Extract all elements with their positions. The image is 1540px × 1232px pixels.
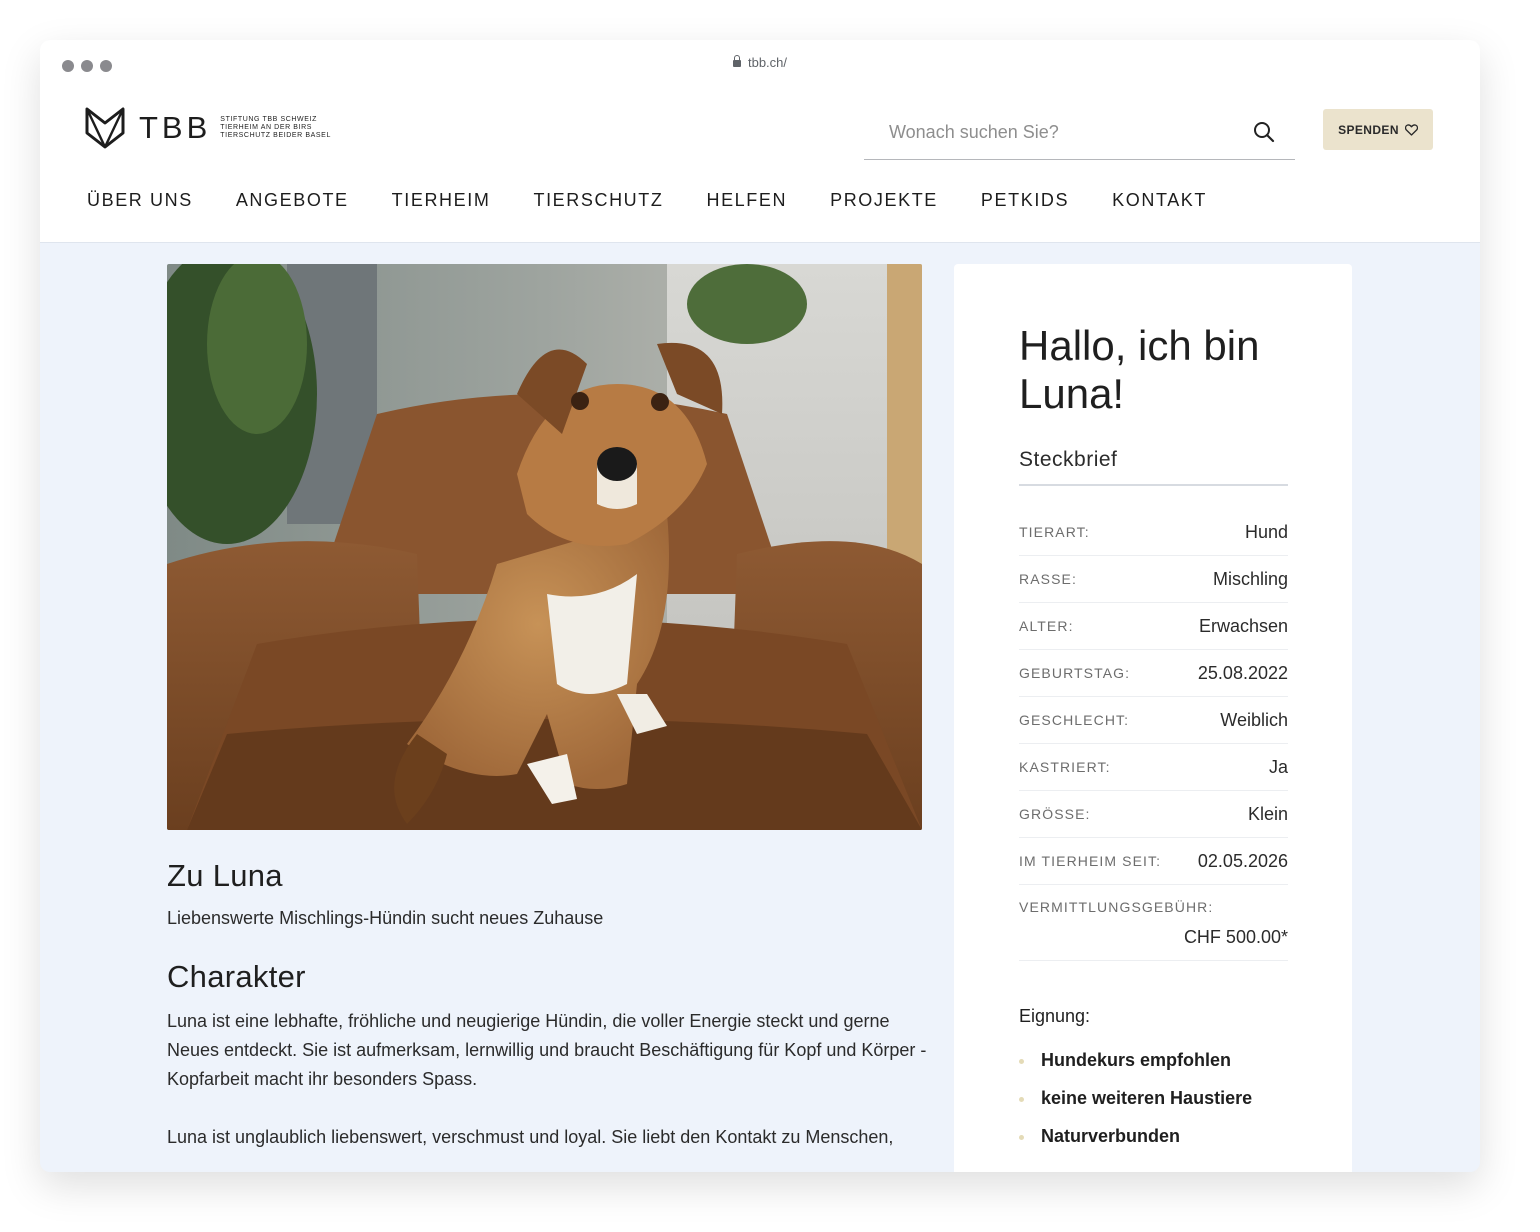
fact-label: TIERART: (1019, 524, 1090, 540)
nav-item-helfen[interactable]: HELFEN (706, 190, 787, 211)
fact-label: RASSE: (1019, 571, 1077, 587)
shield-logo-icon (85, 107, 125, 149)
donate-label: SPENDEN (1338, 122, 1399, 137)
fact-label: KASTRIERT: (1019, 759, 1111, 775)
nav-item-angebote[interactable]: ANGEBOTE (236, 190, 349, 211)
fact-row-im-tierheim-seit: IM TIERHEIM SEIT: 02.05.2026 (1019, 838, 1288, 885)
fact-row-groesse: GRÖSSE: Klein (1019, 791, 1288, 838)
nav-item-kontakt[interactable]: KONTAKT (1112, 190, 1207, 211)
fact-row-geschlecht: GESCHLECHT: Weiblich (1019, 697, 1288, 744)
fact-row-rasse: RASSE: Mischling (1019, 556, 1288, 603)
fact-label: VERMITTLUNGSGEBÜHR: (1019, 899, 1214, 915)
character-paragraph: Luna ist eine lebhafte, fröhliche und ne… (167, 1011, 927, 1089)
dog-story: Zu Luna Liebenswerte Mischlings-Hündin s… (167, 848, 927, 1172)
fact-label: GESCHLECHT: (1019, 712, 1130, 728)
nav-item-ueber-uns[interactable]: ÜBER UNS (87, 190, 193, 211)
main-content: Zu Luna Liebenswerte Mischlings-Hündin s… (40, 243, 1480, 1172)
search-icon[interactable] (1253, 121, 1275, 143)
fact-label: GEBURTSTAG: (1019, 665, 1131, 681)
fact-value: CHF 500.00* (1183, 927, 1288, 947)
fact-value: 25.08.2022 (1197, 662, 1288, 683)
nav-item-tierschutz[interactable]: TIERSCHUTZ (533, 190, 663, 211)
about-subtitle: Liebenswerte Mischlings-Hündin sucht neu… (167, 908, 604, 928)
suitability-item: Hundekurs empfohlen (1019, 1050, 1288, 1088)
character-title: Charakter (167, 959, 306, 994)
nav-item-projekte[interactable]: PROJEKTE (830, 190, 938, 211)
main-nav: ÜBER UNS ANGEBOTE TIERHEIM TIERSCHUTZ HE… (87, 190, 1250, 211)
fact-value: Klein (1247, 803, 1288, 824)
fact-list: TIERART: Hund RASSE: Mischling ALTER: Er… (1019, 509, 1288, 961)
site-logo[interactable]: TBB STIFTUNG TBB SCHWEIZ TIERHEIM AN DER… (84, 106, 331, 150)
fact-row-kastriert: KASTRIERT: Ja (1019, 744, 1288, 791)
logo-subtitle-line: STIFTUNG TBB SCHWEIZ (220, 116, 317, 123)
character-paragraph: Luna ist unglaublich liebenswert, versch… (167, 1127, 894, 1147)
logo-wordmark: TBB (139, 110, 212, 145)
logo-subtitle-line: TIERSCHUTZ BEIDER BASEL (220, 132, 331, 139)
suitability-title: Eignung: (1019, 1006, 1091, 1026)
about-title: Zu Luna (167, 858, 283, 893)
fact-row-alter: ALTER: Erwachsen (1019, 603, 1288, 650)
fact-row-tierart: TIERART: Hund (1019, 509, 1288, 556)
nav-item-petkids[interactable]: PETKIDS (981, 190, 1069, 211)
browser-chrome: tbb.ch/ (40, 40, 1480, 93)
suitability-item: Naturverbunden (1019, 1126, 1288, 1164)
browser-window: tbb.ch/ TBB STIFTUNG TBB SCHWEIZ TIERHEI… (40, 40, 1480, 1172)
fact-row-geburtstag: GEBURTSTAG: 25.08.2022 (1019, 650, 1288, 697)
url-text: tbb.ch/ (747, 55, 788, 70)
fact-label: GRÖSSE: (1019, 806, 1091, 822)
fact-value: Hund (1244, 521, 1288, 542)
donate-button[interactable]: SPENDEN (1323, 109, 1433, 150)
logo-subtitle-line: TIERHEIM AN DER BIRS (220, 124, 313, 131)
profile-greeting: Hallo, ich bin Luna! (1019, 322, 1260, 417)
fact-label: ALTER: (1019, 618, 1074, 634)
logo-subtitle: STIFTUNG TBB SCHWEIZ TIERHEIM AN DER BIR… (220, 116, 331, 140)
fact-value: Ja (1268, 756, 1288, 777)
fact-value: 02.05.2026 (1197, 850, 1288, 871)
heart-icon (1404, 123, 1418, 136)
fact-value: Weiblich (1220, 709, 1288, 730)
fact-value: Mischling (1212, 568, 1288, 589)
steckbrief-title: Steckbrief (1019, 448, 1288, 486)
search-input[interactable] (864, 110, 1249, 154)
profile-card: Hallo, ich bin Luna! Steckbrief TIERART:… (954, 264, 1352, 1172)
search-bar (864, 110, 1295, 160)
lock-icon (732, 55, 741, 67)
suitability-list: Hundekurs empfohlen keine weiteren Haust… (1019, 1050, 1288, 1164)
suitability-item: keine weiteren Haustiere (1019, 1088, 1288, 1126)
address-bar[interactable]: tbb.ch/ (40, 55, 1480, 70)
nav-item-tierheim[interactable]: TIERHEIM (392, 190, 491, 211)
fact-value: Erwachsen (1198, 615, 1288, 636)
fact-row-vermittlungsgebuehr: VERMITTLUNGSGEBÜHR: CHF 500.00* (1019, 885, 1288, 961)
fact-label: IM TIERHEIM SEIT: (1019, 853, 1162, 869)
site-header: TBB STIFTUNG TBB SCHWEIZ TIERHEIM AN DER… (40, 92, 1480, 243)
dog-photo[interactable] (167, 264, 922, 830)
